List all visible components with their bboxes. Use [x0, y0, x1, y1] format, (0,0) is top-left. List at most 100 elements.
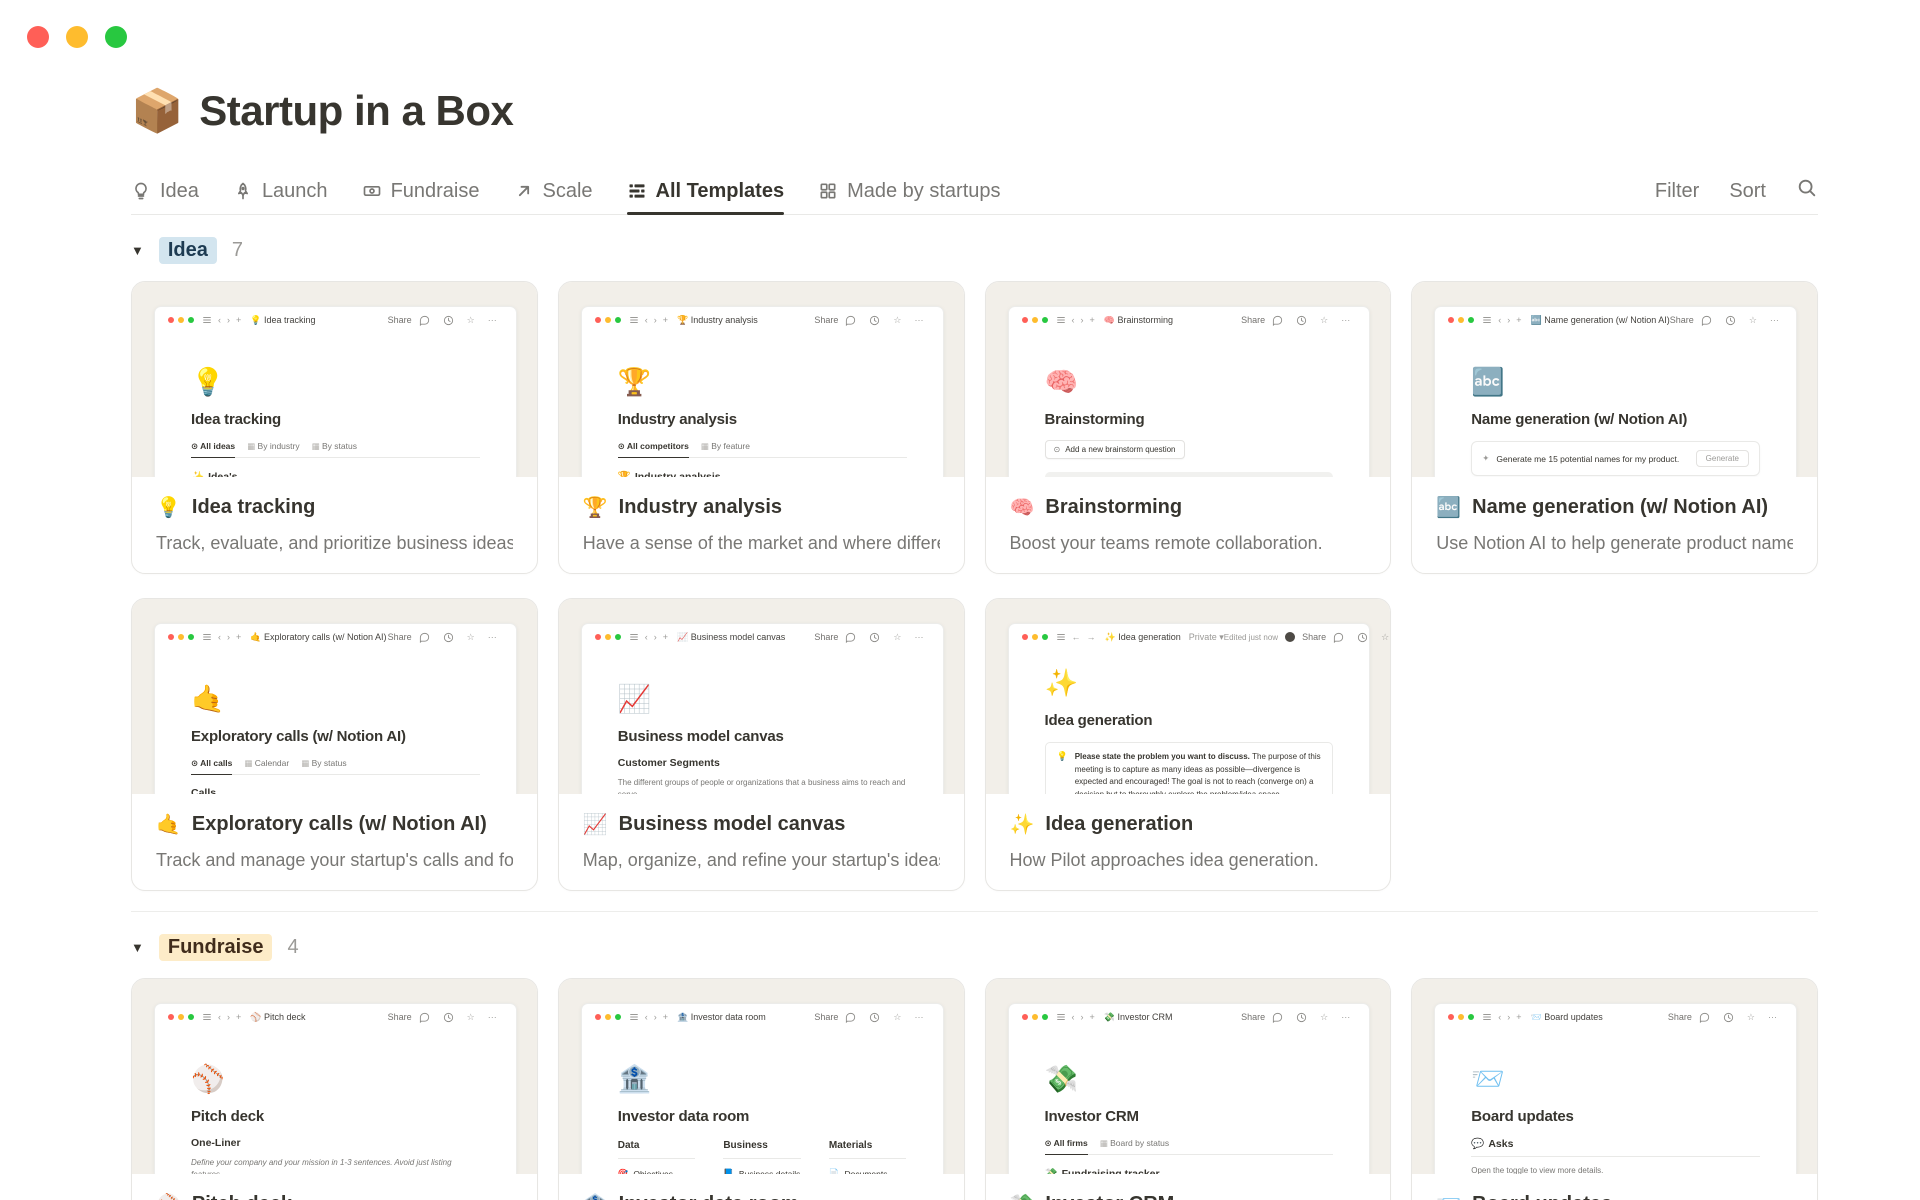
template-preview-toolbar: ‹ › + 📈 Business model canvas Share ☆ ···	[582, 624, 943, 650]
preview-breadcrumb: 🤙 Exploratory calls (w/ Notion AI)	[250, 631, 387, 642]
star-icon: ☆	[466, 631, 475, 642]
template-preview-window: ‹ › + 🏆 Industry analysis Share ☆ ··· 🏆 Industry…	[580, 306, 944, 478]
nav-arrow-icon: +	[1516, 1012, 1522, 1023]
template-card-name-generation-w-notion-ai[interactable]: ‹ › + 🔤 Name generation (w/ Notion AI) Share…	[1411, 281, 1818, 575]
card-title-text: Investor CRM	[1045, 1193, 1174, 1200]
template-preview-window: ‹ › + 🧠 Brainstorming Share ☆ ··· 🧠 Brainstormin…	[1007, 306, 1371, 478]
window-dots-icon	[1021, 1014, 1048, 1021]
preview-page-title: Idea tracking	[191, 411, 281, 429]
nav-arrow-icon: ‹	[1071, 1012, 1075, 1023]
clock-icon	[1357, 632, 1368, 643]
preview-toolbar-actions: Share ☆ ···	[388, 1012, 503, 1023]
template-preview-toolbar: ‹ › + 💸 Investor CRM Share ☆ ···	[1009, 1004, 1370, 1030]
menu-icon	[1056, 315, 1066, 325]
minimize-window-button[interactable]	[66, 26, 88, 48]
preview-page-icon: 🏦	[617, 1064, 652, 1095]
template-card-investor-data-room[interactable]: ‹ › + 🏦 Investor data room Share ☆ ··· 🏦 Investo…	[557, 978, 965, 1200]
clock-icon	[869, 315, 880, 326]
preview-body: 📨 Board updates 💬 Asks Open the toggle to vi…	[1435, 1066, 1796, 1174]
card-footer: 🔤 Name generation (w/ Notion AI) Use Notio…	[1412, 477, 1817, 554]
card-description: Track, evaluate, and prioritize business…	[156, 533, 513, 554]
nav-arrow-icon: ‹	[644, 632, 648, 643]
more-icon: ···	[914, 315, 924, 326]
page-link-label: Objectives	[633, 1168, 674, 1175]
card-grid: ‹ › + ⚾ Pitch deck Share ☆ ··· ⚾ Pitch deck One-L…	[131, 978, 1818, 1200]
more-icon: ···	[487, 632, 497, 643]
template-card-investor-crm[interactable]: ‹ › + 💸 Investor CRM Share ☆ ··· 💸 Investor CRM A…	[984, 978, 1392, 1200]
card-emoji-icon: 🤙	[156, 814, 181, 837]
template-preview-window: ‹ › + ⚾ Pitch deck Share ☆ ··· ⚾ Pitch deck One-L…	[154, 1003, 517, 1175]
share-label: Share	[1241, 315, 1266, 326]
close-window-button[interactable]	[27, 26, 49, 48]
comment-icon	[1701, 315, 1712, 326]
nav-arrow-icon: +	[236, 1012, 242, 1023]
nav-arrow-icon: ‹	[1498, 315, 1502, 326]
page-link: 📄 Documents	[829, 1168, 907, 1174]
preview-toolbar-actions: Share ☆ ···	[814, 632, 929, 643]
clock-icon	[1725, 315, 1736, 326]
preview-page-icon: 📈	[617, 684, 652, 715]
window-dots-icon	[168, 317, 194, 324]
section-header-fundraise[interactable]: ▼ Fundraise 4	[131, 932, 1818, 962]
template-preview-window: ← → ✨ Idea generation Private ▾ Edited just …	[1007, 623, 1389, 795]
preview-view-tab: All calls	[191, 758, 233, 776]
zoom-window-button[interactable]	[105, 26, 127, 48]
nav-arrow-icon: ›	[1080, 315, 1084, 326]
comment-icon	[1272, 1012, 1283, 1023]
template-card-brainstorming[interactable]: ‹ › + 🧠 Brainstorming Share ☆ ··· 🧠 Brainstormin…	[984, 281, 1392, 575]
card-footer: 🧠 Brainstorming Boost your teams remote co…	[986, 477, 1391, 554]
preview-page-title: Investor CRM	[1044, 1108, 1139, 1126]
preview-page-title: Idea generation	[1044, 712, 1153, 730]
card-title-text: Idea tracking	[191, 496, 316, 519]
tab-fundraise[interactable]: Fundraise	[362, 168, 480, 214]
card-title-text: Industry analysis	[618, 496, 783, 519]
collapse-triangle-icon[interactable]: ▼	[131, 243, 144, 258]
preview-section-heading: 💸 Fundraising tracker	[1045, 1167, 1334, 1175]
tab-idea[interactable]: Idea	[131, 168, 199, 214]
template-card-business-model-canvas[interactable]: ‹ › + 📈 Business model canvas Share ☆ ··· 📈 Busi…	[557, 598, 965, 892]
template-card-pitch-deck[interactable]: ‹ › + ⚾ Pitch deck Share ☆ ··· ⚾ Pitch deck One-L…	[131, 978, 538, 1200]
tab-all-templates[interactable]: All Templates	[626, 168, 784, 216]
menu-icon	[1056, 632, 1066, 642]
share-label: Share	[814, 315, 839, 326]
more-icon: ···	[487, 315, 497, 326]
preview-toolbar-actions: Share ☆ ···	[814, 1012, 929, 1023]
generate-button: Generate	[1695, 450, 1749, 468]
menu-icon	[629, 632, 639, 642]
tab-made-by-startups[interactable]: Made by startups	[818, 168, 1001, 214]
template-preview-toolbar: ‹ › + 🏦 Investor data room Share ☆ ···	[582, 1004, 943, 1030]
template-card-board-updates[interactable]: ‹ › + 📨 Board updates Share ☆ ··· 📨 Board update…	[1411, 978, 1818, 1200]
clock-icon	[1296, 1012, 1307, 1023]
menu-icon	[1056, 1012, 1066, 1022]
section-divider	[131, 911, 1818, 913]
column-title: Data	[617, 1140, 696, 1160]
search-icon[interactable]	[1796, 177, 1818, 205]
window-dots-icon	[1021, 317, 1048, 324]
template-card-idea-generation[interactable]: ← → ✨ Idea generation Private ▾ Edited just …	[984, 598, 1392, 892]
filter-button[interactable]: Filter	[1655, 180, 1699, 203]
tab-launch[interactable]: Launch	[233, 168, 328, 214]
template-card-industry-analysis[interactable]: ‹ › + 🏆 Industry analysis Share ☆ ··· 🏆 Industry…	[557, 281, 965, 575]
preview-view-tab: Calendar	[244, 758, 290, 774]
template-card-exploratory-calls-w-notion-ai[interactable]: ‹ › + 🤙 Exploratory calls (w/ Notion AI) Sha…	[131, 598, 538, 892]
preview-breadcrumb: 🔤 Name generation (w/ Notion AI)	[1530, 314, 1670, 325]
star-icon: ☆	[893, 314, 902, 325]
card-title-text: Investor data room	[619, 1193, 799, 1200]
card-footer: 🏦 Investor data room	[559, 1174, 964, 1200]
tab-scale[interactable]: Scale	[514, 168, 593, 214]
menu-icon	[629, 1012, 639, 1022]
preview-toolbar-actions: Share ☆ ···	[814, 315, 929, 326]
template-card-idea-tracking[interactable]: ‹ › + 💡 Idea tracking Share ☆ ··· 💡 Idea trackin…	[131, 281, 538, 575]
card-description: Have a sense of the market and where dif…	[582, 533, 940, 554]
collapse-triangle-icon[interactable]: ▼	[131, 940, 144, 955]
preview-view-tab: By status	[312, 441, 357, 457]
section-header-idea[interactable]: ▼ Idea 7	[131, 235, 1818, 265]
template-preview-toolbar: ‹ › + 🏆 Industry analysis Share ☆ ···	[582, 307, 943, 333]
preview-breadcrumb: 💸 Investor CRM	[1103, 1011, 1173, 1022]
preview-toolbar-actions: Share ☆ ···	[1241, 315, 1356, 326]
sort-button[interactable]: Sort	[1729, 180, 1766, 203]
share-label: Share	[387, 315, 412, 326]
card-footer: 🤙 Exploratory calls (w/ Notion AI) Track a…	[132, 794, 537, 871]
preview-view-tab: All ideas	[191, 441, 236, 459]
nav-arrow-icon: ‹	[1498, 1012, 1502, 1023]
